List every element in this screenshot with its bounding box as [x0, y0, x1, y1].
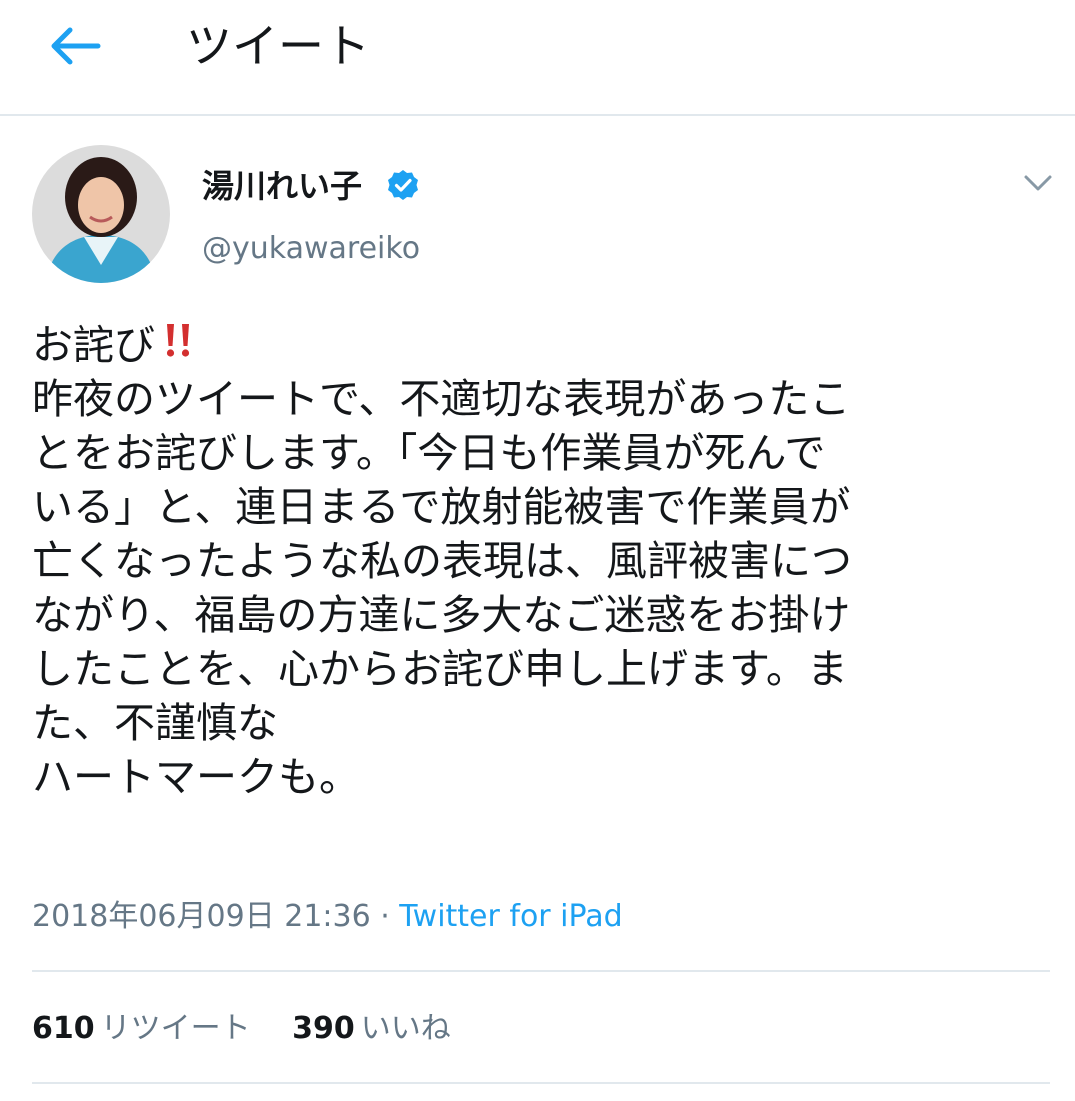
- tweet-source-link[interactable]: Twitter for iPad: [399, 899, 622, 934]
- tweet-line: したことを、心からお詫び申し上げます。ま: [32, 645, 848, 693]
- top-bar: ツイート: [0, 0, 1075, 116]
- tweet-stats: 610 リツイート 390 いいね: [32, 1008, 483, 1050]
- chevron-down-icon[interactable]: [1018, 168, 1058, 198]
- tweet-line: 亡くなったような私の表現は、風評被害につ: [32, 537, 852, 585]
- retweets-stat[interactable]: 610 リツイート: [32, 1008, 251, 1050]
- tweet-meta: 2018年06月09日 21:36 · Twitter for iPad: [32, 896, 623, 938]
- avatar[interactable]: [32, 145, 170, 283]
- tweet-line: 昨夜のツイートで、不適切な表現があったこ: [32, 375, 851, 423]
- tweet-line: ハートマークも。: [32, 753, 360, 801]
- divider: [32, 1082, 1050, 1084]
- tweet-line: お詫び: [32, 318, 1042, 372]
- verified-badge-icon: [388, 170, 418, 200]
- author-name[interactable]: 湯川れい子: [202, 164, 362, 208]
- tweet-line: いる」と、連日まるで放射能被害で作業員が: [32, 483, 851, 531]
- double-exclamation-icon: [166, 324, 190, 357]
- tweet-text: お詫び 昨夜のツイートで、不適切な表現があったこ とをお詫びします。「今日も作業…: [32, 318, 1042, 804]
- author-handle[interactable]: @yukawareiko: [202, 228, 420, 270]
- tweet-line: ながり、福島の方達に多大なご迷惑をお掛け: [32, 591, 851, 639]
- likes-stat[interactable]: 390 いいね: [292, 1008, 451, 1050]
- avatar-photo: [32, 145, 170, 283]
- divider: [32, 970, 1050, 972]
- tweet-timestamp: 2018年06月09日 21:36 ·: [32, 899, 400, 934]
- arrow-left-icon: [51, 27, 101, 65]
- page-title: ツイート: [186, 19, 370, 73]
- tweet-line: た、不謹慎な: [32, 699, 278, 747]
- back-button[interactable]: [44, 20, 104, 72]
- tweet-line: とをお詫びします。「今日も作業員が死んで: [32, 429, 826, 477]
